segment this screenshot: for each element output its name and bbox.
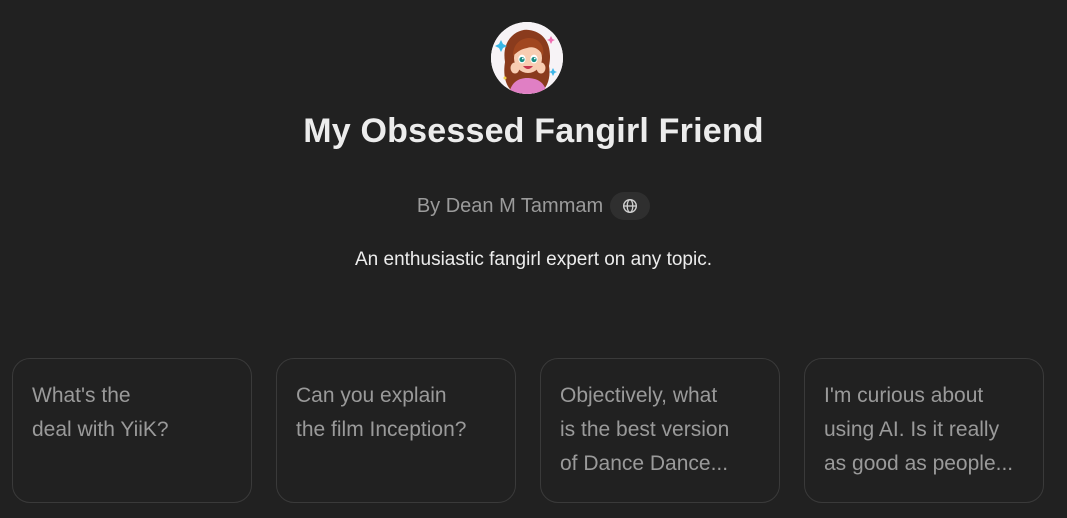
globe-badge[interactable] [610,192,651,220]
gpt-landing-page: My Obsessed Fangirl Friend By Dean M Tam… [0,0,1067,518]
starter-card[interactable]: Can you explain the film Inception? [276,358,516,503]
author-byline: By Dean M Tammam [0,192,1067,220]
starter-card[interactable]: I'm curious about using AI. Is it really… [804,358,1044,503]
gpt-description: An enthusiastic fangirl expert on any to… [355,249,712,270]
starter-line: is the best version [560,418,730,441]
author-name[interactable]: By Dean M Tammam [417,195,603,218]
gpt-title: My Obsessed Fangirl Friend [303,112,764,150]
starter-card[interactable]: What's the deal with YiiK? [12,358,252,503]
starter-card[interactable]: Objectively, what is the best version of… [540,358,780,503]
starter-line: using AI. Is it really [824,418,1000,441]
starter-line: as good as people... [824,452,1014,475]
gpt-avatar [491,22,563,94]
starter-line: Objectively, what [560,384,718,407]
starter-line: Can you explain [296,384,447,407]
conversation-starters: What's the deal with YiiK? Can you expla… [12,358,1044,503]
starter-line: of Dance Dance... [560,452,729,475]
starter-line: the film Inception? [296,418,467,441]
starter-line: I'm curious about [824,384,984,407]
starter-line: What's the [32,384,131,407]
globe-icon [623,198,638,214]
fangirl-avatar-icon [491,22,563,94]
starter-line: deal with YiiK? [32,418,169,441]
